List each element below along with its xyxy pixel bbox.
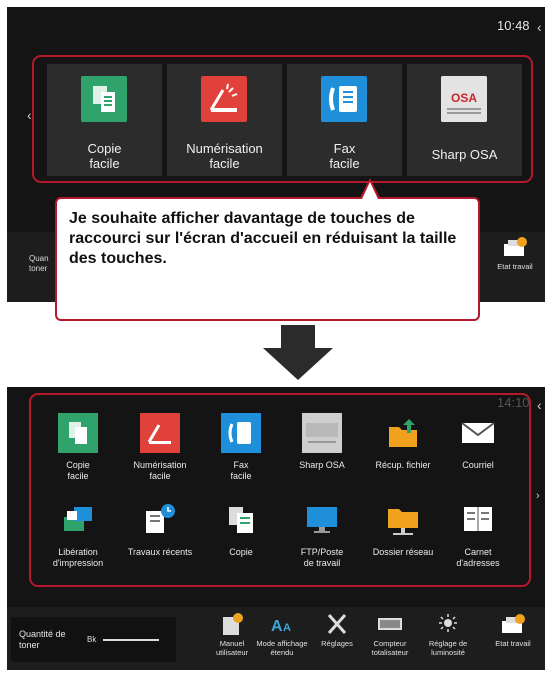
chevron-left-icon[interactable]: ‹ [27, 107, 32, 123]
tools-icon [327, 614, 347, 634]
fax-icon [221, 413, 261, 453]
toner-level-bar [103, 639, 159, 641]
job-status-label: Etat travail [497, 262, 533, 271]
bottom-bar: Quantité de toner Bk Manuel utilisateur A… [7, 607, 545, 670]
highlight-frame [32, 55, 533, 183]
brightness-icon [439, 614, 457, 632]
tile-label: Carnet d'adresses [456, 547, 500, 569]
tile-label: Copie [229, 547, 253, 557]
copy-icon [58, 413, 98, 453]
chevron-right-icon[interactable]: › [536, 490, 540, 502]
counter-icon [378, 618, 402, 630]
tile-label: Travaux récents [127, 547, 193, 557]
chevron-left-icon[interactable]: ‹ [537, 397, 542, 413]
brightness-button[interactable]: Réglage de luminosité [418, 613, 478, 657]
tile-label: Fax facile [230, 460, 252, 482]
tile-label: Sharp OSA [299, 460, 345, 470]
tile-label: Copie facile [66, 460, 90, 482]
tile-label: Numérisation facile [133, 460, 187, 482]
bar-label: Compteur totalisateur [371, 639, 409, 657]
total-count-button[interactable]: Compteur totalisateur [360, 613, 420, 657]
toner-label: Quantité de toner [19, 629, 66, 650]
bar-label: Etat travail [495, 639, 531, 648]
toner-color-label: Bk [87, 635, 97, 644]
email-icon [461, 422, 495, 443]
print-release-icon [64, 507, 92, 531]
callout-box: Je souhaite afficher davantage de touche… [55, 197, 480, 321]
bar-label: Mode affichage étendu [256, 639, 308, 657]
page: 10:48 ‹ ‹ Copie facile Numérisation faci… [0, 0, 545, 675]
manual-icon [223, 613, 243, 635]
toner-indicator: Quantité de toner Bk [11, 617, 176, 662]
settings-button[interactable]: Réglages [307, 613, 367, 648]
chevron-left-icon[interactable]: ‹ [537, 19, 542, 35]
bar-label: Réglage de luminosité [428, 639, 468, 657]
toner-label: Quan toner [29, 254, 49, 273]
sharp-osa-icon [302, 413, 342, 453]
callout-pointer-inner [362, 182, 378, 199]
job-status-icon [504, 237, 527, 256]
file-retrieve-icon [389, 419, 417, 447]
tile-label: FTP/Poste de travail [300, 547, 344, 569]
callout-text: Je souhaite afficher davantage de touche… [69, 210, 457, 267]
scan-icon [140, 413, 180, 453]
address-book-icon [464, 507, 492, 531]
down-arrow-head [263, 348, 333, 380]
svg-text:A: A [271, 618, 283, 635]
down-arrow-icon [281, 325, 315, 349]
tile-label: Libération d'impression [52, 547, 104, 569]
network-folder-icon [388, 509, 418, 535]
ftp-desktop-icon [307, 507, 337, 533]
job-status-icon [502, 614, 525, 633]
text-size-icon: A A [271, 618, 291, 635]
job-status-button[interactable]: Etat travail [485, 236, 545, 271]
extended-display-button[interactable]: A A Mode affichage étendu [252, 613, 312, 657]
bottom-screen: 14:10 ‹ › Copie facile Numérisation facile [7, 387, 545, 670]
tile-label: Courriel [462, 460, 494, 470]
bar-label: Réglages [321, 639, 353, 648]
recent-jobs-icon [146, 504, 175, 533]
copy-icon [229, 507, 253, 533]
clock: 10:48 [497, 18, 530, 33]
job-status-button[interactable]: Etat travail [483, 613, 543, 648]
svg-text:A: A [283, 622, 291, 634]
